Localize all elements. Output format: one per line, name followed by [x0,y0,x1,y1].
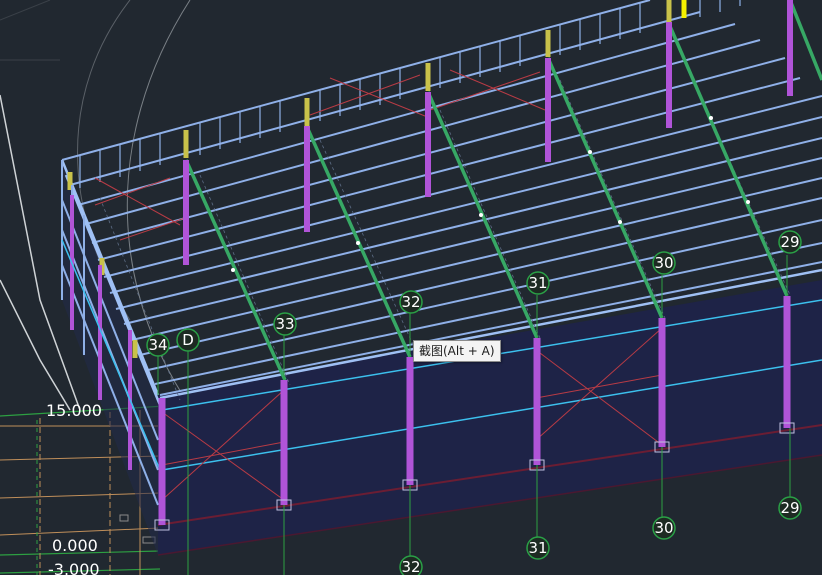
gutter-posts [67,0,687,358]
svg-text:33: 33 [275,315,294,333]
grid-bubble-30-top[interactable]: 30 [652,251,676,275]
grid-bubble-31-bottom[interactable]: 31 [526,536,550,560]
screenshot-tooltip: 截图(Alt + A) [413,340,501,362]
grid-bubble-d[interactable]: D [176,328,200,352]
grid-bubble-31-top[interactable]: 31 [526,271,550,295]
level-label-15: 15.000 [46,401,102,420]
svg-text:32: 32 [401,558,420,575]
grid-bubble-32-bottom[interactable]: 32 [399,555,423,575]
svg-text:29: 29 [780,499,799,517]
grid-bubble-33-top[interactable]: 33 [273,312,297,336]
grid-bubble-29-bottom[interactable]: 29 [778,496,802,520]
svg-text:32: 32 [401,293,420,311]
svg-text:29: 29 [780,233,799,251]
svg-text:31: 31 [528,274,547,292]
svg-text:31: 31 [528,539,547,557]
model-viewport[interactable]: 34 D 33 32 31 30 29 30 29 31 32 15.000 0… [0,0,822,575]
svg-text:34: 34 [148,336,167,354]
grid-bubble-30-bottom[interactable]: 30 [652,516,676,540]
grid-bubble-29-top[interactable]: 29 [778,230,802,254]
grid-bubble-32-top[interactable]: 32 [399,290,423,314]
grid-bubble-34[interactable]: 34 [146,333,170,357]
svg-text:30: 30 [654,519,673,537]
svg-text:D: D [182,331,194,349]
svg-text:30: 30 [654,254,673,272]
level-label-0: 0.000 [52,536,98,555]
level-label-neg3: -3.000 [48,560,100,575]
